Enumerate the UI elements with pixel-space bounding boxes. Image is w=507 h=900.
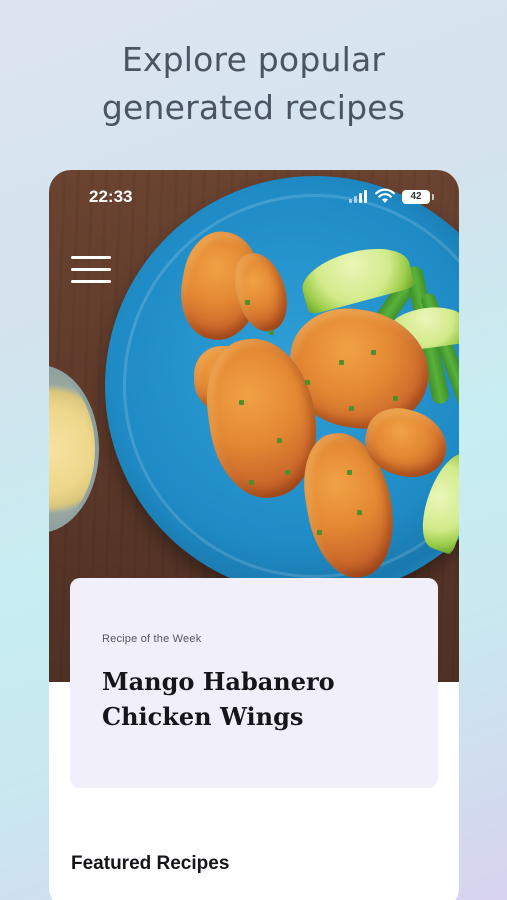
promo-headline-line-2: generated recipes — [101, 88, 406, 127]
side-bowl — [49, 365, 99, 533]
promo-headline-line-1: Explore popular — [121, 40, 386, 79]
featured-recipes-heading: Featured Recipes — [71, 853, 230, 874]
recipe-title: Mango Habanero Chicken Wings — [102, 664, 402, 734]
battery-icon: 42 — [402, 190, 434, 204]
promo-headline: Explore popular generated recipes — [0, 36, 507, 132]
status-time: 22:33 — [89, 187, 133, 206]
phone-screen: 22:33 42 Recipe of the Week Mango Habane… — [49, 170, 459, 900]
recipe-title-line-1: Mango Habanero — [102, 667, 335, 696]
hamburger-menu-icon[interactable] — [71, 256, 111, 286]
status-bar: 22:33 42 — [49, 170, 459, 220]
wifi-icon — [375, 188, 395, 203]
recipe-title-line-2: Chicken Wings — [102, 702, 304, 731]
card-eyebrow-label: Recipe of the Week — [102, 633, 202, 645]
signal-icon — [349, 190, 369, 203]
recipe-of-the-week-card[interactable]: Recipe of the Week Mango Habanero Chicke… — [70, 578, 438, 788]
